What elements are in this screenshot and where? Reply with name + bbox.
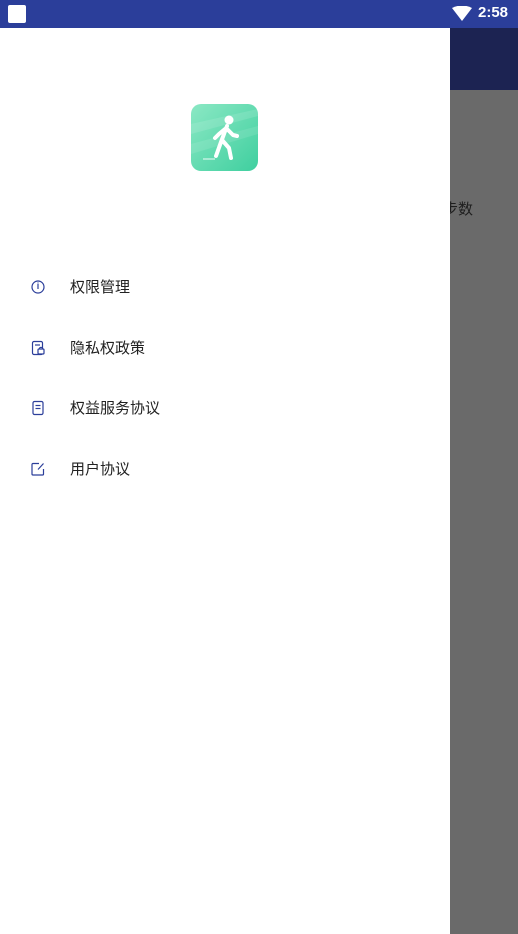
wifi-icon [452,6,472,21]
menu-item-label: 权益服务协议 [70,399,161,417]
document-icon [32,400,44,416]
background-app[interactable]: 步数 [443,28,518,934]
walking-person-icon [191,104,258,171]
menu-item-user-agreement[interactable]: 用户协议 [0,444,450,494]
background-toolbar [450,28,518,90]
status-bar: 2:58 [0,0,518,28]
app-notification-icon [8,5,26,23]
menu-item-service-agreement[interactable]: 权益服务协议 [0,383,450,433]
menu-item-label: 隐私权政策 [70,339,146,357]
status-time: 2:58 [478,4,509,21]
navigation-drawer: 权限管理 隐私权政策 权益服务协议 用户协议 [0,28,450,934]
menu-item-privacy-policy[interactable]: 隐私权政策 [0,323,450,373]
privacy-document-icon [31,340,45,356]
info-circle-icon [31,280,45,294]
menu-item-permissions[interactable]: 权限管理 [0,262,450,312]
app-logo [191,104,258,171]
menu-item-label: 权限管理 [70,278,131,296]
drawer-scrim[interactable]: 步数 [443,90,518,934]
menu-item-label: 用户协议 [70,460,131,478]
edit-note-icon [31,462,45,476]
